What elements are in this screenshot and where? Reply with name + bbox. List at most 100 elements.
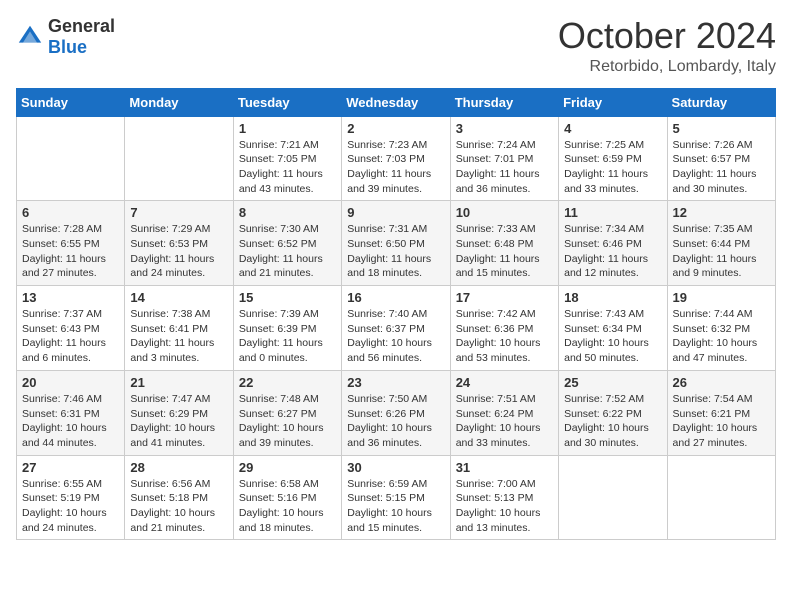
header-friday: Friday [559,88,667,116]
day-info: Sunrise: 7:43 AM Sunset: 6:34 PM Dayligh… [564,307,661,366]
day-info: Sunrise: 7:37 AM Sunset: 6:43 PM Dayligh… [22,307,119,366]
week-row-4: 20 Sunrise: 7:46 AM Sunset: 6:31 PM Dayli… [17,370,776,455]
day-number: 28 [130,460,227,475]
day-cell: 26 Sunrise: 7:54 AM Sunset: 6:21 PM Dayli… [667,370,775,455]
day-cell: 13 Sunrise: 7:37 AM Sunset: 6:43 PM Dayli… [17,286,125,371]
day-cell: 22Sunrise: 7:48 AM Sunset: 6:27 PM Dayli… [233,370,341,455]
day-info: Sunrise: 7:52 AM Sunset: 6:22 PM Dayligh… [564,392,661,451]
day-cell: 10 Sunrise: 7:33 AM Sunset: 6:48 PM Dayli… [450,201,558,286]
day-cell: 4 Sunrise: 7:25 AM Sunset: 6:59 PM Daylig… [559,116,667,201]
week-row-5: 27Sunrise: 6:55 AM Sunset: 5:19 PM Dayli… [17,455,776,540]
day-info: Sunrise: 6:56 AM Sunset: 5:18 PM Dayligh… [130,477,227,536]
week-row-2: 6Sunrise: 7:28 AM Sunset: 6:55 PM Daylig… [17,201,776,286]
day-cell: 9Sunrise: 7:31 AM Sunset: 6:50 PM Daylig… [342,201,450,286]
day-info: Sunrise: 7:21 AM Sunset: 7:05 PM Dayligh… [239,138,336,197]
day-cell: 11 Sunrise: 7:34 AM Sunset: 6:46 PM Dayli… [559,201,667,286]
day-cell [17,116,125,201]
header-row: SundayMondayTuesdayWednesdayThursdayFrid… [17,88,776,116]
day-info: Sunrise: 7:35 AM Sunset: 6:44 PM Dayligh… [673,222,770,281]
header-tuesday: Tuesday [233,88,341,116]
day-info: Sunrise: 7:34 AM Sunset: 6:46 PM Dayligh… [564,222,661,281]
day-info: Sunrise: 7:23 AM Sunset: 7:03 PM Dayligh… [347,138,444,197]
day-info: Sunrise: 7:39 AM Sunset: 6:39 PM Dayligh… [239,307,336,366]
logo-general-text: General [48,16,115,37]
day-cell: 16Sunrise: 7:40 AM Sunset: 6:37 PM Dayli… [342,286,450,371]
day-cell [559,455,667,540]
day-cell: 20 Sunrise: 7:46 AM Sunset: 6:31 PM Dayli… [17,370,125,455]
day-number: 31 [456,460,553,475]
day-cell: 27Sunrise: 6:55 AM Sunset: 5:19 PM Dayli… [17,455,125,540]
day-number: 2 [347,121,444,136]
day-number: 26 [673,375,770,390]
day-number: 5 [673,121,770,136]
day-info: Sunrise: 6:59 AM Sunset: 5:15 PM Dayligh… [347,477,444,536]
day-info: Sunrise: 7:54 AM Sunset: 6:21 PM Dayligh… [673,392,770,451]
day-number: 4 [564,121,661,136]
day-info: Sunrise: 7:25 AM Sunset: 6:59 PM Dayligh… [564,138,661,197]
day-info: Sunrise: 7:46 AM Sunset: 6:31 PM Dayligh… [22,392,119,451]
day-info: Sunrise: 7:00 AM Sunset: 5:13 PM Dayligh… [456,477,553,536]
logo-icon [16,23,44,51]
day-cell [125,116,233,201]
page-header: General Blue October 2024 Retorbido, Lom… [16,16,776,76]
calendar-title: October 2024 [558,16,776,56]
day-info: Sunrise: 7:33 AM Sunset: 6:48 PM Dayligh… [456,222,553,281]
day-number: 30 [347,460,444,475]
day-number: 10 [456,205,553,220]
day-info: Sunrise: 7:38 AM Sunset: 6:41 PM Dayligh… [130,307,227,366]
week-row-1: 1 Sunrise: 7:21 AM Sunset: 7:05 PM Daylig… [17,116,776,201]
title-block: October 2024 Retorbido, Lombardy, Italy [558,16,776,76]
day-info: Sunrise: 7:42 AM Sunset: 6:36 PM Dayligh… [456,307,553,366]
day-cell: 31 Sunrise: 7:00 AM Sunset: 5:13 PM Dayli… [450,455,558,540]
day-number: 13 [22,290,119,305]
day-info: Sunrise: 7:50 AM Sunset: 6:26 PM Dayligh… [347,392,444,451]
day-number: 21 [130,375,227,390]
day-info: Sunrise: 7:26 AM Sunset: 6:57 PM Dayligh… [673,138,770,197]
day-number: 14 [130,290,227,305]
day-number: 9 [347,205,444,220]
logo: General Blue [16,16,115,58]
day-number: 6 [22,205,119,220]
day-info: Sunrise: 7:48 AM Sunset: 6:27 PM Dayligh… [239,392,336,451]
day-info: Sunrise: 7:24 AM Sunset: 7:01 PM Dayligh… [456,138,553,197]
day-number: 1 [239,121,336,136]
day-number: 8 [239,205,336,220]
header-sunday: Sunday [17,88,125,116]
calendar-subtitle: Retorbido, Lombardy, Italy [558,58,776,76]
day-info: Sunrise: 7:47 AM Sunset: 6:29 PM Dayligh… [130,392,227,451]
day-number: 15 [239,290,336,305]
day-cell: 5 Sunrise: 7:26 AM Sunset: 6:57 PM Daylig… [667,116,775,201]
day-cell: 17 Sunrise: 7:42 AM Sunset: 6:36 PM Dayli… [450,286,558,371]
day-cell: 28 Sunrise: 6:56 AM Sunset: 5:18 PM Dayli… [125,455,233,540]
day-number: 7 [130,205,227,220]
day-number: 17 [456,290,553,305]
day-number: 25 [564,375,661,390]
day-info: Sunrise: 7:44 AM Sunset: 6:32 PM Dayligh… [673,307,770,366]
day-number: 20 [22,375,119,390]
day-cell: 29Sunrise: 6:58 AM Sunset: 5:16 PM Dayli… [233,455,341,540]
logo-blue-text: Blue [48,37,115,58]
day-number: 27 [22,460,119,475]
day-info: Sunrise: 7:51 AM Sunset: 6:24 PM Dayligh… [456,392,553,451]
day-info: Sunrise: 7:40 AM Sunset: 6:37 PM Dayligh… [347,307,444,366]
calendar-header: SundayMondayTuesdayWednesdayThursdayFrid… [17,88,776,116]
calendar-body: 1 Sunrise: 7:21 AM Sunset: 7:05 PM Daylig… [17,116,776,540]
day-cell: 3Sunrise: 7:24 AM Sunset: 7:01 PM Daylig… [450,116,558,201]
day-number: 19 [673,290,770,305]
day-info: Sunrise: 7:29 AM Sunset: 6:53 PM Dayligh… [130,222,227,281]
day-cell: 14 Sunrise: 7:38 AM Sunset: 6:41 PM Dayli… [125,286,233,371]
header-saturday: Saturday [667,88,775,116]
calendar-table: SundayMondayTuesdayWednesdayThursdayFrid… [16,88,776,541]
day-cell: 19 Sunrise: 7:44 AM Sunset: 6:32 PM Dayli… [667,286,775,371]
day-cell: 24Sunrise: 7:51 AM Sunset: 6:24 PM Dayli… [450,370,558,455]
day-number: 18 [564,290,661,305]
day-number: 11 [564,205,661,220]
day-number: 12 [673,205,770,220]
day-info: Sunrise: 6:58 AM Sunset: 5:16 PM Dayligh… [239,477,336,536]
day-cell: 15 Sunrise: 7:39 AM Sunset: 6:39 PM Dayli… [233,286,341,371]
day-cell: 18 Sunrise: 7:43 AM Sunset: 6:34 PM Dayli… [559,286,667,371]
day-number: 23 [347,375,444,390]
day-cell: 30 Sunrise: 6:59 AM Sunset: 5:15 PM Dayli… [342,455,450,540]
day-cell: 21 Sunrise: 7:47 AM Sunset: 6:29 PM Dayli… [125,370,233,455]
day-cell: 6Sunrise: 7:28 AM Sunset: 6:55 PM Daylig… [17,201,125,286]
